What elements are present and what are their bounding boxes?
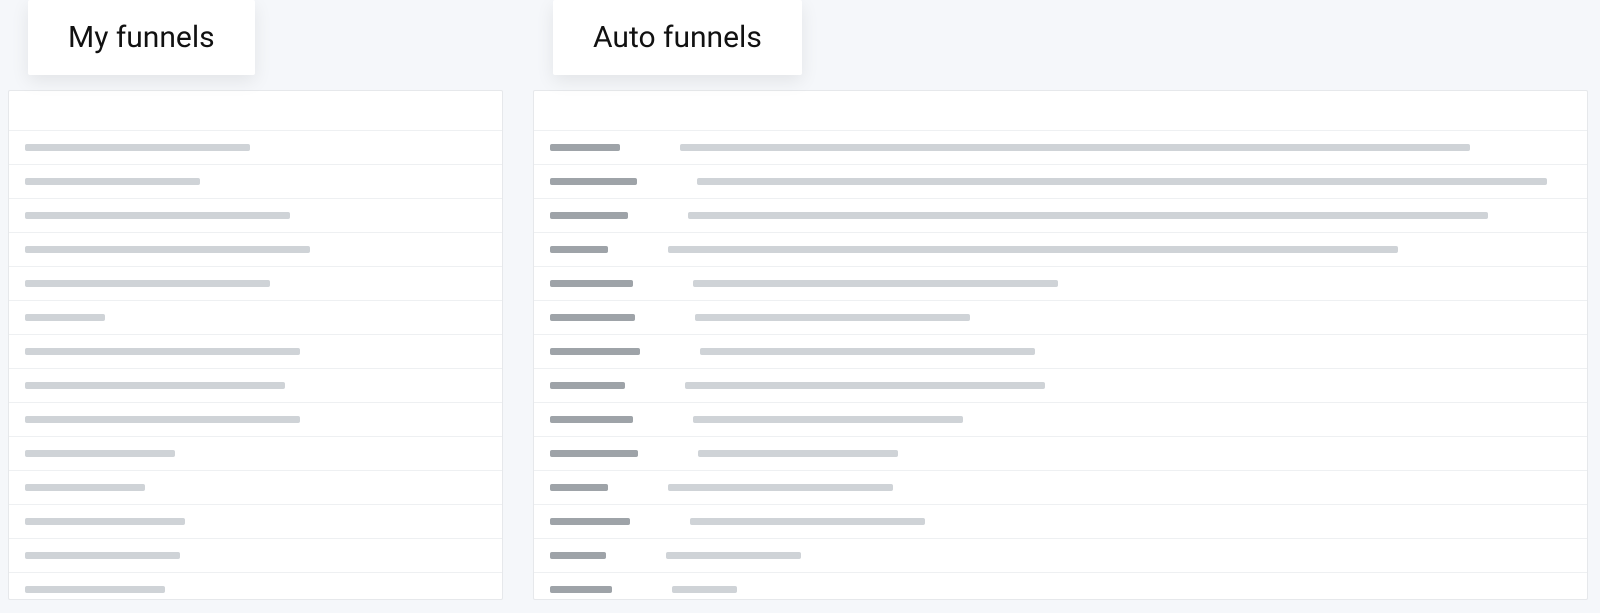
placeholder-bar-secondary (25, 280, 270, 287)
placeholder-bar-secondary (25, 450, 175, 457)
placeholder-bar-secondary (700, 348, 1035, 355)
placeholder-bar-secondary (25, 416, 300, 423)
list-item[interactable] (9, 301, 502, 335)
my-funnels-title: My funnels My funnels (28, 0, 255, 75)
list-item[interactable] (534, 267, 1587, 301)
list-item[interactable] (534, 539, 1587, 573)
placeholder-bar-primary (550, 484, 608, 491)
list-item[interactable] (534, 131, 1587, 165)
placeholder-bar-primary (550, 450, 638, 457)
list-item[interactable] (9, 199, 502, 233)
list-item[interactable] (534, 505, 1587, 539)
list-item[interactable] (534, 335, 1587, 369)
list-item[interactable] (534, 301, 1587, 335)
placeholder-bar-secondary (698, 450, 898, 457)
list-item[interactable] (534, 437, 1587, 471)
auto-funnels-list (534, 131, 1587, 600)
placeholder-bar-secondary (25, 586, 165, 593)
placeholder-bar-secondary (25, 246, 310, 253)
placeholder-bar-primary (550, 178, 637, 185)
placeholder-bar-secondary (25, 348, 300, 355)
placeholder-bar-secondary (25, 178, 200, 185)
list-item[interactable] (9, 505, 502, 539)
my-funnels-card (8, 90, 503, 600)
placeholder-bar-secondary (680, 144, 1470, 151)
placeholder-bar-secondary (25, 518, 185, 525)
placeholder-bar-secondary (693, 280, 1058, 287)
placeholder-bar-primary (550, 552, 606, 559)
placeholder-bar-secondary (666, 552, 801, 559)
auto-funnels-header-spacer (534, 91, 1587, 131)
list-item[interactable] (9, 165, 502, 199)
list-item[interactable] (534, 233, 1587, 267)
placeholder-bar-secondary (25, 144, 250, 151)
placeholder-bar-secondary (672, 586, 737, 593)
auto-funnels-title: Auto funnels Auto funnels (553, 0, 802, 75)
placeholder-bar-primary (550, 348, 640, 355)
placeholder-bar-secondary (690, 518, 925, 525)
placeholder-bar-primary (550, 314, 635, 321)
placeholder-bar-secondary (685, 382, 1045, 389)
placeholder-bar-primary (550, 586, 612, 593)
list-item[interactable] (9, 437, 502, 471)
placeholder-bar-secondary (25, 484, 145, 491)
placeholder-bar-secondary (25, 382, 285, 389)
list-item[interactable] (534, 471, 1587, 505)
placeholder-bar-secondary (693, 416, 963, 423)
list-item[interactable] (9, 335, 502, 369)
placeholder-bar-primary (550, 144, 620, 151)
auto-funnels-panel: Auto funnels Auto funnels (533, 90, 1588, 613)
list-item[interactable] (534, 165, 1587, 199)
list-item[interactable] (9, 131, 502, 165)
list-item[interactable] (9, 471, 502, 505)
list-item[interactable] (9, 267, 502, 301)
placeholder-bar-secondary (668, 246, 1398, 253)
my-funnels-panel: My funnels My funnels (8, 90, 503, 613)
placeholder-bar-secondary (697, 178, 1547, 185)
list-item[interactable] (534, 199, 1587, 233)
placeholder-bar-secondary (695, 314, 970, 321)
my-funnels-header-spacer (9, 91, 502, 131)
my-funnels-list (9, 131, 502, 600)
list-item[interactable] (9, 403, 502, 437)
list-item[interactable] (9, 539, 502, 573)
placeholder-bar-secondary (688, 212, 1488, 219)
placeholder-bar-primary (550, 518, 630, 525)
list-item[interactable] (534, 573, 1587, 600)
list-item[interactable] (534, 369, 1587, 403)
placeholder-bar-primary (550, 212, 628, 219)
placeholder-bar-primary (550, 246, 608, 253)
list-item[interactable] (9, 369, 502, 403)
list-item[interactable] (534, 403, 1587, 437)
placeholder-bar-secondary (25, 212, 290, 219)
list-item[interactable] (9, 573, 502, 600)
list-item[interactable] (9, 233, 502, 267)
placeholder-bar-primary (550, 382, 625, 389)
placeholder-bar-primary (550, 280, 633, 287)
placeholder-bar-primary (550, 416, 633, 423)
auto-funnels-card (533, 90, 1588, 600)
placeholder-bar-secondary (25, 552, 180, 559)
placeholder-bar-secondary (668, 484, 893, 491)
placeholder-bar-secondary (25, 314, 105, 321)
